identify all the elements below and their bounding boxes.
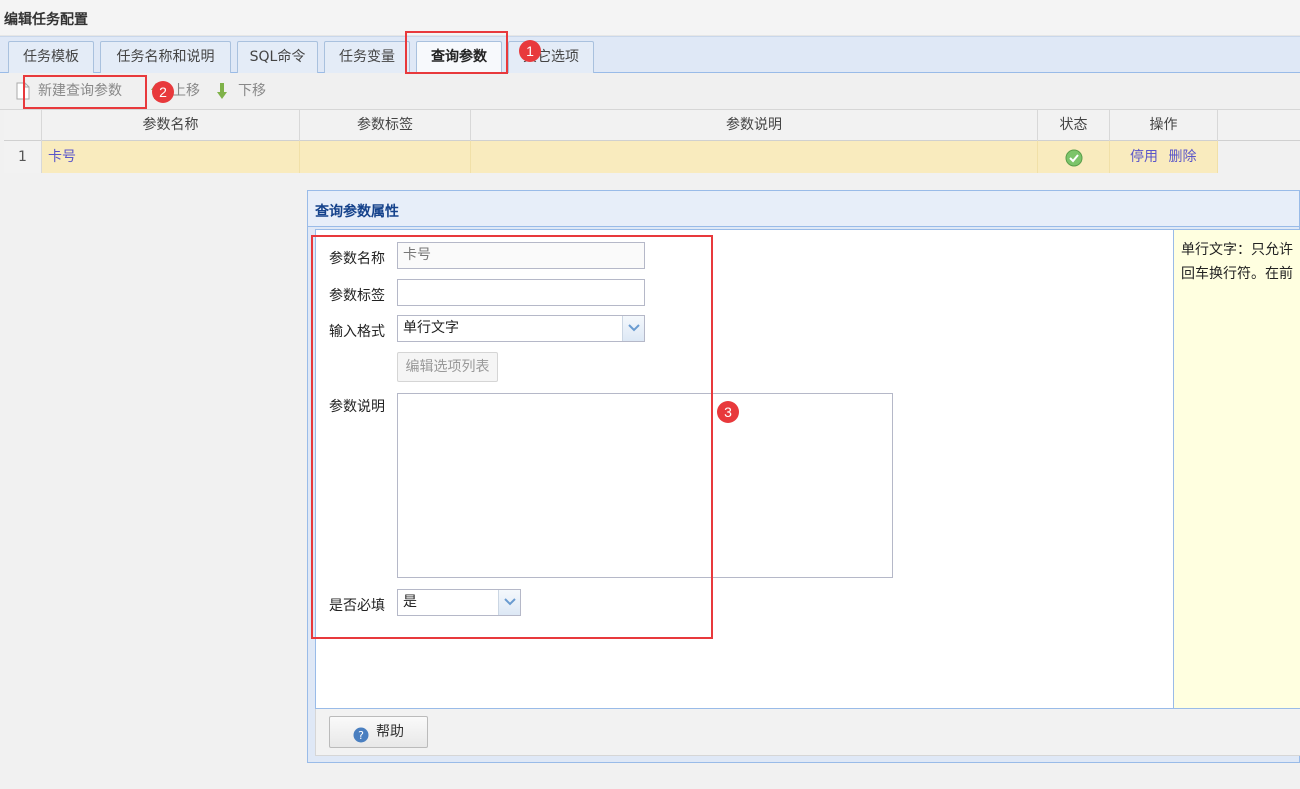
panel-footer: ? 帮助 — [315, 709, 1300, 756]
annotation-badge-1: 1 — [519, 40, 541, 62]
tab-task-template[interactable]: 任务模板 — [8, 41, 94, 73]
param-name-cell[interactable]: 卡号 — [48, 149, 76, 165]
tab-task-name-desc[interactable]: 任务名称和说明 — [100, 41, 231, 73]
panel-header: 查询参数属性 — [308, 191, 1299, 227]
col-header-desc[interactable]: 参数说明 — [471, 110, 1038, 141]
query-params-grid: 参数名称 参数标签 参数说明 状态 操作 1 卡号 停用 删除 — [4, 110, 1300, 173]
toolbar: 新建查询参数 上移 下移 — [0, 73, 1300, 110]
help-button-label: 帮助 — [376, 724, 404, 740]
annotation-badge-3: 3 — [717, 401, 739, 423]
help-text-line: 单行文字：只允许 — [1181, 242, 1293, 258]
panel-title: 查询参数属性 — [315, 204, 399, 220]
move-up-label: 上移 — [172, 83, 200, 99]
annotation-box-2 — [23, 75, 147, 109]
actions-cell: 停用 删除 — [1110, 141, 1218, 173]
grid-header: 参数名称 参数标签 参数说明 状态 操作 — [4, 110, 1300, 141]
cell-name: 卡号 — [42, 141, 300, 173]
row-number: 1 — [4, 141, 42, 173]
param-desc-cell — [471, 141, 1038, 173]
help-button[interactable]: ? 帮助 — [329, 716, 428, 748]
move-down-label: 下移 — [238, 83, 266, 99]
tab-task-variables[interactable]: 任务变量 — [324, 41, 410, 73]
col-header-status[interactable]: 状态 — [1038, 110, 1110, 141]
col-header-label[interactable]: 参数标签 — [300, 110, 471, 141]
rownum-header — [4, 110, 42, 141]
svg-text:?: ? — [358, 729, 364, 742]
col-header-name[interactable]: 参数名称 — [42, 110, 300, 141]
window-title: 编辑任务配置 — [4, 12, 88, 28]
help-text-panel: 单行文字：只允许 回车换行符。在前 — [1173, 230, 1300, 708]
tab-strip: 任务模板 任务名称和说明 SQL命令 任务变量 查询参数 其它选项 — [0, 36, 1300, 74]
disable-link[interactable]: 停用 — [1130, 149, 1158, 165]
table-row[interactable]: 1 卡号 停用 删除 — [4, 141, 1300, 173]
status-cell — [1038, 141, 1110, 173]
help-text-line: 回车换行符。在前 — [1181, 266, 1293, 282]
check-circle-icon — [1065, 147, 1083, 179]
tab-sql-command[interactable]: SQL命令 — [237, 41, 318, 73]
arrow-down-icon — [216, 82, 228, 108]
param-label-cell — [300, 141, 471, 173]
annotation-box-1 — [405, 31, 508, 74]
annotation-box-3 — [311, 235, 713, 639]
annotation-badge-2: 2 — [152, 81, 174, 103]
help-icon: ? — [353, 724, 369, 754]
col-header-actions[interactable]: 操作 — [1110, 110, 1218, 141]
window-title-bar: 编辑任务配置 — [0, 0, 1300, 36]
delete-link[interactable]: 删除 — [1168, 149, 1196, 165]
